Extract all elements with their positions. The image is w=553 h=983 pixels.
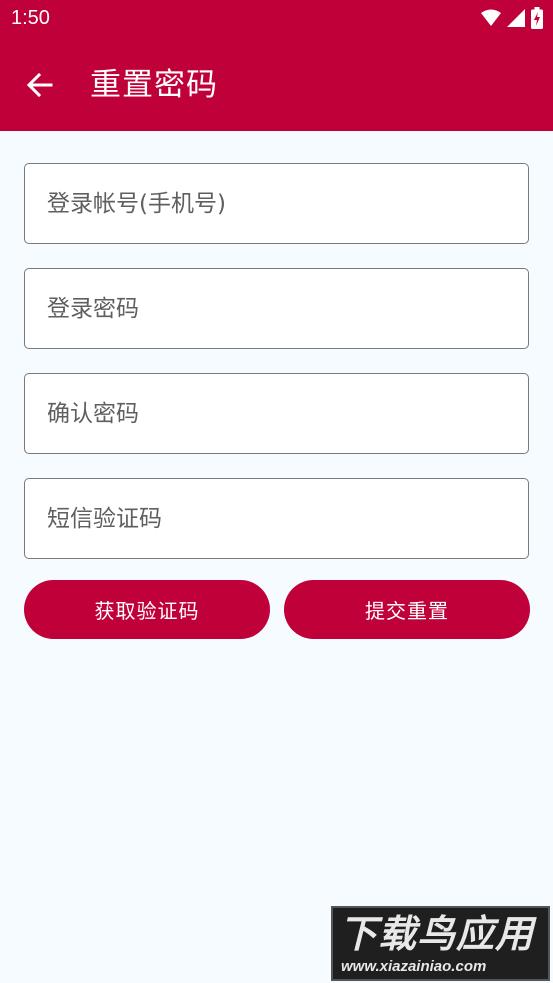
signal-icon	[507, 9, 525, 27]
wifi-icon	[481, 9, 501, 26]
status-time: 1:50	[11, 7, 50, 29]
watermark-logo: 下载鸟应用 www.xiazainiao.com	[331, 906, 550, 981]
submit-reset-button[interactable]: 提交重置	[284, 580, 530, 639]
password-input[interactable]	[25, 269, 528, 348]
app-bar: 重置密码	[0, 36, 553, 131]
get-code-button[interactable]: 获取验证码	[24, 580, 270, 639]
page-title: 重置密码	[90, 67, 218, 103]
battery-charging-icon	[531, 7, 543, 29]
password-field[interactable]	[24, 268, 529, 349]
confirm-password-field[interactable]	[24, 373, 529, 454]
status-icons	[481, 7, 543, 29]
watermark-url: www.xiazainiao.com	[341, 958, 487, 975]
account-field[interactable]	[24, 163, 529, 244]
sms-code-input[interactable]	[25, 479, 528, 558]
back-button[interactable]	[18, 63, 62, 107]
watermark-title: 下载鸟应用	[339, 912, 535, 956]
sms-code-field[interactable]	[24, 478, 529, 559]
status-bar: 1:50	[0, 0, 553, 36]
account-input[interactable]	[25, 164, 528, 243]
arrow-left-icon	[27, 73, 53, 97]
confirm-password-input[interactable]	[25, 374, 528, 453]
